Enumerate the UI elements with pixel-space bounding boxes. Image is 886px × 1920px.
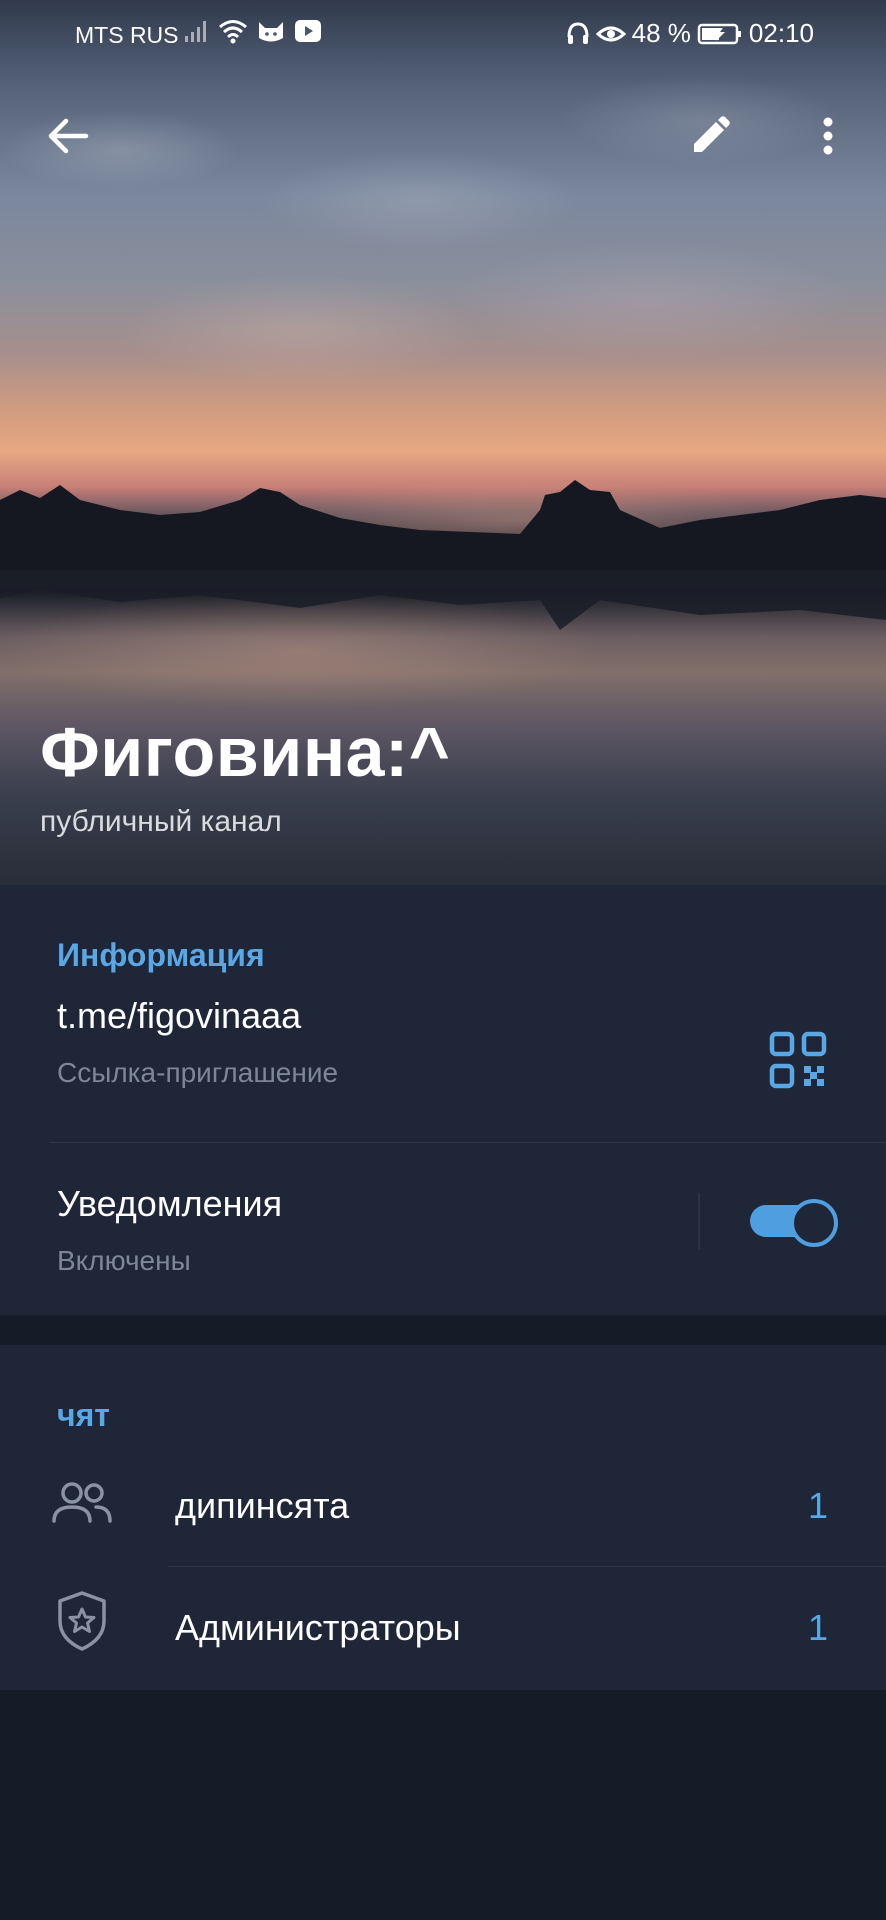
back-button[interactable]: [32, 100, 104, 172]
people-icon: [52, 1482, 112, 1523]
invite-link[interactable]: t.me/figovinaaa: [57, 995, 301, 1037]
status-icons-left: [184, 18, 322, 44]
status-bar: MTS RUS 48 % 02:10: [0, 0, 886, 68]
signal-icon: [185, 21, 206, 42]
wifi-icon: [219, 20, 247, 44]
cat-icon: [259, 22, 283, 42]
invite-link-row[interactable]: t.me/figovinaaa Ссылка-приглашение: [0, 995, 886, 1130]
info-section: Информация t.me/figovinaaa Ссылка-пригла…: [0, 885, 886, 1315]
info-section-title: Информация: [57, 937, 265, 973]
toolbar: [0, 100, 886, 172]
chat-section: чят дипинсята 1 Администраторы 1: [0, 1345, 886, 1690]
admin-shield-icon: [58, 1591, 106, 1651]
eye-comfort-icon: [595, 26, 626, 41]
edit-button[interactable]: [674, 100, 746, 172]
administrators-label: Администраторы: [175, 1607, 461, 1648]
channel-name: Фиговина:^: [40, 713, 451, 791]
subscribers-row[interactable]: дипинсята 1: [0, 1445, 886, 1567]
administrators-row[interactable]: Администраторы 1: [0, 1567, 886, 1689]
administrators-count: 1: [807, 1607, 828, 1648]
qr-code-icon[interactable]: [768, 1030, 828, 1090]
more-vertical-icon: [823, 117, 833, 155]
subscribers-count: 1: [807, 1485, 828, 1526]
notifications-toggle[interactable]: [750, 1199, 838, 1247]
row-separator: [698, 1193, 700, 1249]
carrier-name: MTS RUS: [75, 22, 179, 48]
notifications-status: Включены: [57, 1245, 191, 1276]
toggle-knob: [790, 1199, 838, 1247]
subscribers-label: дипинсята: [175, 1485, 350, 1526]
chat-section-title: чят: [57, 1397, 110, 1433]
arrow-back-icon: [48, 118, 89, 154]
more-options-button[interactable]: [792, 100, 864, 172]
channel-type: публичный канал: [40, 805, 282, 838]
invite-link-label: Ссылка-приглашение: [57, 1057, 339, 1088]
video-app-icon: [295, 20, 321, 42]
headphones-icon: [567, 21, 589, 44]
shoreline-silhouette: [0, 480, 886, 630]
pencil-icon: [694, 116, 730, 152]
notifications-row[interactable]: Уведомления Включены: [0, 1143, 886, 1313]
status-icons-right: 48 % 02:10: [566, 18, 814, 49]
notifications-label: Уведомления: [57, 1183, 283, 1224]
battery-charging-icon: [697, 23, 741, 44]
clock: 02:10: [748, 18, 814, 48]
battery-percent: 48 %: [631, 18, 691, 48]
